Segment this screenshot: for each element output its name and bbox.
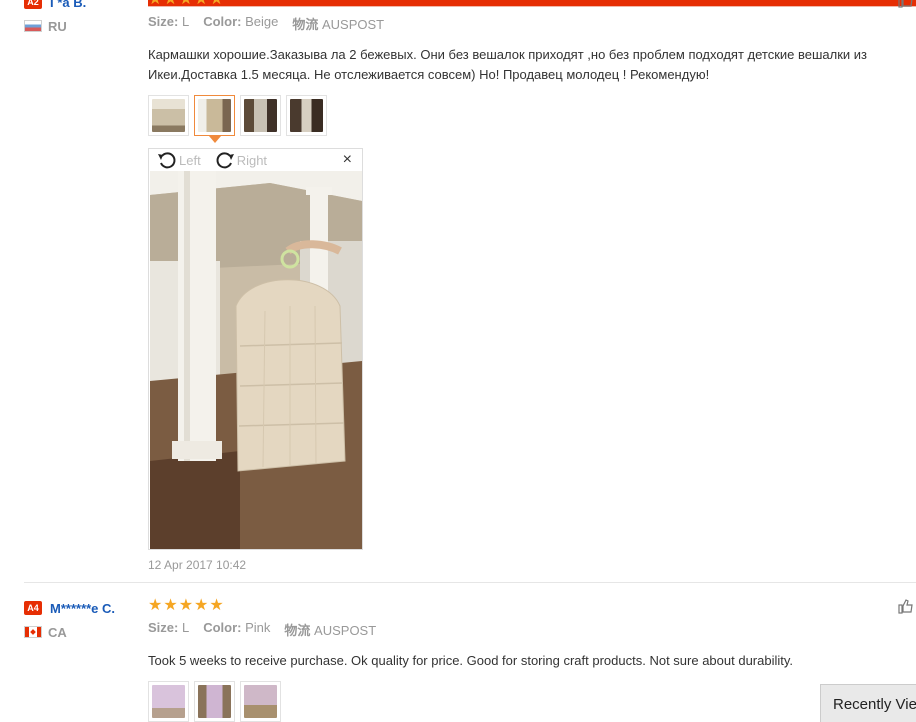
viewer-toolbar: Left Right ×	[149, 149, 362, 171]
user-level-badge: A4	[24, 601, 42, 615]
shipping-value: AUSPOST	[322, 17, 385, 32]
color-value: Beige	[245, 14, 279, 29]
rotate-left-button[interactable]: Left	[157, 150, 201, 170]
rotate-right-button[interactable]: Right	[215, 150, 267, 170]
active-caret-icon	[209, 136, 221, 143]
user-name-link[interactable]: Г*а В.	[50, 0, 86, 10]
review-user: A2 Г*а В. RU	[24, 0, 144, 34]
recently-viewed-button[interactable]: Recently View	[820, 684, 916, 722]
photo-thumbnail[interactable]	[148, 681, 189, 722]
review-item: A2 Г*а В. RU ★ ★ ★ ★ ★ Size: L Color: Be…	[0, 0, 916, 582]
rotate-left-label: Left	[179, 152, 201, 168]
close-icon[interactable]: ×	[343, 151, 352, 169]
rating-stars: ★ ★ ★ ★ ★	[148, 0, 908, 8]
star-icon: ★	[148, 0, 162, 8]
review-date: 12 Apr 2017 10:42	[148, 558, 247, 572]
review-divider	[24, 582, 916, 583]
rotate-right-icon	[216, 152, 234, 169]
star-icon: ★	[209, 597, 224, 614]
review-photo-large	[150, 171, 362, 549]
size-value: L	[181, 14, 190, 29]
review-content: ★ ★ ★ ★ ★ Size: L Color: Pink 物流 AUSPOST…	[148, 598, 908, 722]
photo-thumbnail[interactable]	[286, 95, 327, 136]
rotate-right-label: Right	[236, 152, 268, 168]
user-level-badge: A2	[24, 0, 42, 9]
russia-flag-icon	[24, 20, 42, 32]
review-text: Кармашки хорошие.Заказыва ла 2 бежевых. …	[148, 47, 868, 82]
review-text: Took 5 weeks to receive purchase. Ok qua…	[148, 653, 794, 668]
review-item: A4 M******e C. CA ★ ★ ★ ★ ★ Size: L Colo…	[0, 586, 916, 722]
color-value: Pink	[245, 620, 271, 635]
star-icon: ★	[163, 597, 178, 614]
shipping-label: 物流	[292, 17, 319, 32]
review-user: A4 M******e C. CA	[24, 598, 144, 640]
star-icon: ★	[179, 0, 193, 8]
photo-thumbnail[interactable]	[194, 681, 235, 722]
photo-thumbnail[interactable]	[240, 95, 281, 136]
order-info: Size: L Color: Beige 物流 AUSPOST	[148, 14, 908, 33]
star-icon: ★	[163, 0, 177, 8]
star-icon: ★	[194, 0, 208, 8]
size-value: L	[181, 620, 190, 635]
star-icon: ★	[148, 597, 163, 614]
star-icon: ★	[178, 597, 194, 614]
color-label: Color:	[203, 14, 242, 29]
thumbs-up-icon[interactable]	[898, 598, 914, 614]
thumbs-up-icon[interactable]	[898, 0, 914, 8]
size-label: Size:	[148, 14, 179, 29]
star-icon: ★	[194, 597, 209, 614]
review-photo-thumbnails	[148, 95, 908, 143]
canada-flag-icon	[24, 626, 42, 638]
country-code: CA	[48, 624, 67, 640]
user-name-link[interactable]: M******e C.	[50, 601, 115, 616]
color-label: Color:	[203, 620, 242, 635]
review-photo-image	[150, 171, 362, 549]
review-photo-thumbnails	[148, 681, 908, 722]
photo-thumbnail[interactable]	[148, 95, 189, 136]
country-code: RU	[48, 18, 67, 34]
photo-thumbnail-active[interactable]	[194, 95, 235, 143]
order-info: Size: L Color: Pink 物流 AUSPOST	[148, 620, 908, 639]
shipping-value: AUSPOST	[314, 623, 377, 638]
rating-stars: ★ ★ ★ ★ ★	[148, 598, 908, 614]
review-content: ★ ★ ★ ★ ★ Size: L Color: Beige 物流 AUSPOS…	[148, 0, 908, 143]
size-label: Size:	[148, 620, 179, 635]
star-icon: ★	[209, 0, 223, 8]
shipping-label: 物流	[284, 623, 311, 638]
photo-thumbnail[interactable]	[240, 681, 281, 722]
rotate-left-icon	[158, 152, 176, 169]
photo-viewer: Left Right ×	[148, 148, 363, 550]
